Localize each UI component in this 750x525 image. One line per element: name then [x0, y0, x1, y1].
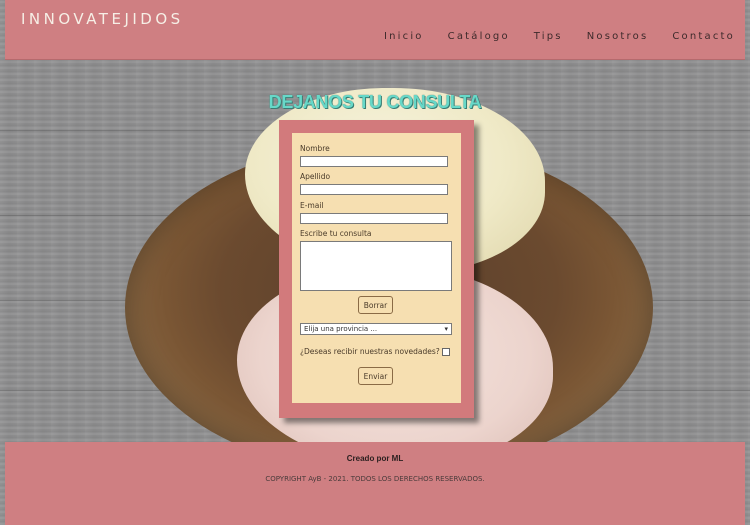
site-footer: Creado por ML COPYRIGHT AyB - 2021. TODO… [5, 442, 745, 525]
footer-copyright: COPYRIGHT AyB - 2021. TODOS LOS DERECHOS… [265, 475, 485, 483]
name-label: Nombre [300, 144, 330, 153]
contact-form: Nombre Apellido E-mail Escribe tu consul… [292, 133, 461, 403]
surname-input[interactable] [300, 184, 448, 195]
chevron-down-icon: ▾ [444, 325, 448, 333]
name-input[interactable] [300, 156, 448, 167]
nav-link-nosotros[interactable]: Nosotros [587, 31, 649, 42]
nav-link-catalogo[interactable]: Catálogo [448, 31, 510, 42]
nav-link-inicio[interactable]: Inicio [384, 31, 424, 42]
contact-form-card: Nombre Apellido E-mail Escribe tu consul… [279, 120, 474, 418]
site-header: INNOVATEJIDOS Inicio Catálogo Tips Nosot… [5, 0, 745, 60]
province-select[interactable]: Elija una provincia ... ▾ [300, 323, 452, 335]
email-input[interactable] [300, 213, 448, 224]
surname-label: Apellido [300, 172, 331, 181]
province-select-value: Elija una provincia ... [304, 325, 378, 333]
newsletter-label: ¿Deseas recibir nuestras novedades? [300, 347, 440, 356]
footer-credit: Creado por ML [346, 454, 404, 463]
newsletter-row: ¿Deseas recibir nuestras novedades? [300, 347, 450, 356]
newsletter-checkbox[interactable] [441, 347, 450, 356]
message-textarea[interactable] [300, 241, 452, 291]
nav-link-contacto[interactable]: Contacto [672, 31, 735, 42]
email-label: E-mail [300, 201, 324, 210]
brand-logo[interactable]: INNOVATEJIDOS [21, 10, 184, 28]
nav-link-tips[interactable]: Tips [534, 31, 563, 42]
main-nav: Inicio Catálogo Tips Nosotros Contacto [360, 31, 735, 42]
page-title: DEJANOS TU CONSULTA [268, 92, 482, 112]
message-label: Escribe tu consulta [300, 229, 372, 238]
reset-button[interactable]: Borrar [358, 296, 393, 314]
submit-button[interactable]: Enviar [358, 367, 393, 385]
